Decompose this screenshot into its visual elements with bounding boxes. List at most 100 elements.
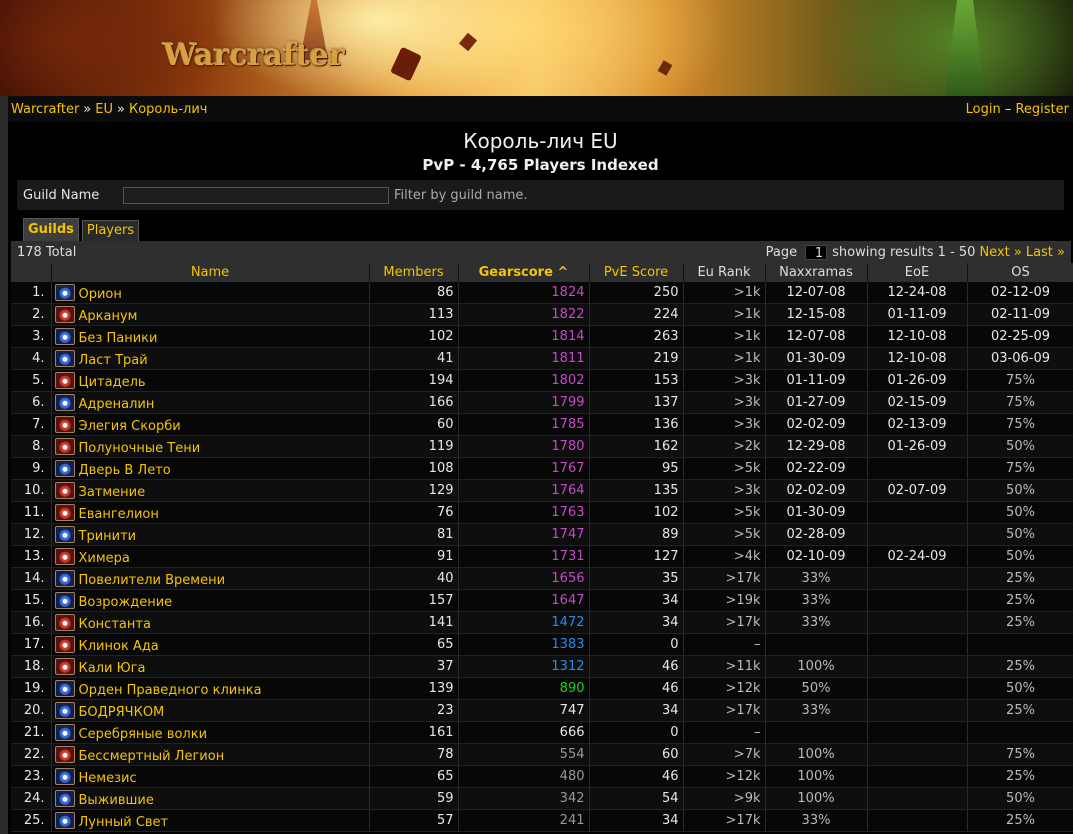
view-tabs: Guilds Players <box>23 218 1073 241</box>
os-cell: 75% <box>967 391 1073 414</box>
guild-name-link[interactable]: Выжившие <box>79 793 154 808</box>
guild-name-link[interactable]: Затмение <box>79 485 146 500</box>
column-header-pve-score[interactable]: PvE Score <box>589 263 684 282</box>
horde-crest-icon <box>54 415 75 433</box>
guild-name-cell: Арканум <box>51 303 370 326</box>
site-logo[interactable]: Warcrafter <box>163 38 345 73</box>
page-number-input[interactable]: 1 <box>805 244 828 261</box>
alliance-crest-icon <box>54 569 75 587</box>
guild-name-link[interactable]: Кали Юга <box>79 661 146 676</box>
table-row: 10. Затмение 129 1764 135 >3k 02-02-09 02-07-09… <box>11 479 1073 502</box>
table-row: 15. Возрождение 157 1647 34 >19k 33% 25% <box>11 589 1073 612</box>
naxxramas-cell: 12-29-08 <box>765 435 868 458</box>
members-cell: 81 <box>369 523 459 546</box>
rank-cell: 2. <box>11 303 52 326</box>
guild-name-link[interactable]: БОДРЯЧКОМ <box>79 705 165 720</box>
pve-score-cell: 89 <box>589 523 684 546</box>
guild-name-link[interactable]: Элегия Скорби <box>79 419 181 434</box>
guild-name-link[interactable]: Дверь В Лето <box>79 463 171 478</box>
naxxramas-cell: 01-11-09 <box>765 369 868 392</box>
breadcrumb-home[interactable]: Warcrafter <box>11 102 79 117</box>
gearscore-cell: 1802 <box>458 369 590 392</box>
guild-name-link[interactable]: Евангелион <box>79 507 159 522</box>
guild-name-cell: Дверь В Лето <box>51 457 370 480</box>
main-content: Warcrafter» EU» Король-лич Login – Registe… <box>0 96 1073 834</box>
table-row: 16. Константа 141 1472 34 >17k 33% 25% <box>11 611 1073 634</box>
naxxramas-cell: 100% <box>765 743 868 766</box>
rank-cell: 9. <box>11 457 52 480</box>
tab-guilds[interactable]: Guilds <box>23 218 79 241</box>
os-cell: 25% <box>967 567 1073 590</box>
guild-name-link[interactable]: Тринити <box>79 529 137 544</box>
pve-score-cell: 46 <box>589 655 684 678</box>
guild-name-link[interactable]: Адреналин <box>79 397 155 412</box>
members-cell: 108 <box>369 457 459 480</box>
rank-cell: 12. <box>11 523 52 546</box>
pve-score-cell: 127 <box>589 545 684 568</box>
banner-rock-art <box>458 32 478 52</box>
breadcrumb-region[interactable]: EU <box>95 102 113 117</box>
eoe-cell: 12-24-08 <box>867 282 968 304</box>
login-link[interactable]: Login <box>966 102 1001 117</box>
guild-name-link[interactable]: Клинок Ада <box>79 639 159 654</box>
guild-name-cell: Ласт Трай <box>51 347 370 370</box>
guild-name-link[interactable]: Немезис <box>79 771 137 786</box>
guild-name-link[interactable]: Арканум <box>79 309 138 324</box>
table-row: 8. Полуночные Тени 119 1780 162 >2k 12-29-08 01… <box>11 435 1073 458</box>
guild-name-link[interactable]: Орион <box>79 287 122 302</box>
last-page-link[interactable]: Last » <box>1026 245 1065 260</box>
table-row: 25. Лунный Свет 57 241 34 >17k 33% 25% <box>11 809 1073 832</box>
members-cell: 161 <box>369 721 459 744</box>
breadcrumb: Warcrafter» EU» Король-лич <box>11 102 207 117</box>
gearscore-cell: 1799 <box>458 391 590 414</box>
os-cell: 50% <box>967 479 1073 502</box>
gearscore-cell: 1767 <box>458 457 590 480</box>
breadcrumb-realm[interactable]: Король-лич <box>129 102 208 117</box>
table-row: 3. Без Паники 102 1814 263 >1k 12-07-08 12-10-0… <box>11 325 1073 348</box>
tab-players[interactable]: Players <box>81 220 140 241</box>
guild-name-link[interactable]: Полуночные Тени <box>79 441 201 456</box>
rank-cell: 15. <box>11 589 52 612</box>
gearscore-cell: 1763 <box>458 501 590 524</box>
guild-name-link[interactable]: Цитадель <box>79 375 146 390</box>
alliance-crest-icon <box>54 811 75 829</box>
guild-name-link[interactable]: Константа <box>79 617 151 632</box>
naxxramas-cell: 33% <box>765 567 868 590</box>
guild-name-input[interactable] <box>123 186 389 204</box>
register-link[interactable]: Register <box>1015 102 1069 117</box>
guild-name-link[interactable]: Ласт Трай <box>79 353 148 368</box>
eoe-cell: 01-11-09 <box>867 303 968 326</box>
guild-name-link[interactable]: Химера <box>79 551 130 566</box>
pve-score-cell: 153 <box>589 369 684 392</box>
guild-name-link[interactable]: Бессмертный Легион <box>79 749 225 764</box>
rank-cell: 19. <box>11 677 52 700</box>
column-header-gearscore[interactable]: Gearscore ^ <box>458 263 590 282</box>
column-header-members[interactable]: Members <box>369 263 459 282</box>
naxxramas-cell: 33% <box>765 699 868 722</box>
guild-name-cell: Адреналин <box>51 391 370 414</box>
pve-score-cell: 46 <box>589 677 684 700</box>
gearscore-cell: 890 <box>458 677 590 700</box>
eu-rank-cell: >3k <box>683 369 766 392</box>
horde-crest-icon <box>54 547 75 565</box>
guild-name-link[interactable]: Лунный Свет <box>79 815 169 830</box>
alliance-crest-icon <box>54 459 75 477</box>
column-header-os: OS <box>967 263 1073 282</box>
eu-rank-cell: >1k <box>683 303 766 326</box>
column-header-name[interactable]: Name <box>51 263 370 282</box>
gearscore-cell: 666 <box>458 721 590 744</box>
guild-name-link[interactable]: Повелители Времени <box>79 573 226 588</box>
guild-name-link[interactable]: Орден Праведного клинка <box>79 683 262 698</box>
guild-name-link[interactable]: Возрождение <box>79 595 173 610</box>
next-page-link[interactable]: Next » <box>979 245 1021 260</box>
naxxramas-cell: 02-02-09 <box>765 479 868 502</box>
guild-name-link[interactable]: Серебряные волки <box>79 727 208 742</box>
guild-name-link[interactable]: Без Паники <box>79 331 158 346</box>
eu-rank-cell: >3k <box>683 479 766 502</box>
gearscore-cell: 1814 <box>458 325 590 348</box>
pve-score-cell: 54 <box>589 787 684 810</box>
alliance-crest-icon <box>54 591 75 609</box>
gearscore-cell: 554 <box>458 743 590 766</box>
pve-score-cell: 34 <box>589 699 684 722</box>
gearscore-cell: 1780 <box>458 435 590 458</box>
